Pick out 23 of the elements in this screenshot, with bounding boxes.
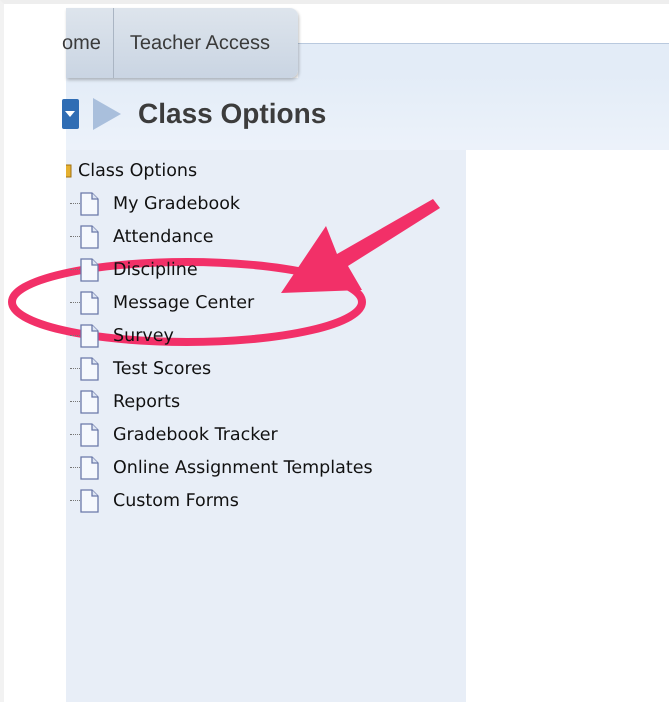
tree-item[interactable]: My Gradebook bbox=[113, 194, 240, 214]
document-icon bbox=[80, 192, 99, 216]
document-icon bbox=[80, 224, 99, 248]
document-icon bbox=[80, 356, 99, 380]
page-title: Class Options bbox=[138, 98, 326, 130]
document-icon bbox=[80, 390, 99, 414]
tree-item[interactable]: Gradebook Tracker bbox=[113, 424, 278, 444]
document-icon bbox=[80, 422, 99, 446]
tree-item[interactable]: Online Assignment Templates bbox=[113, 458, 373, 478]
tree-item[interactable]: Test Scores bbox=[113, 358, 212, 378]
document-icon bbox=[80, 456, 99, 480]
tree-item[interactable]: Class Options bbox=[78, 160, 198, 180]
triangle-icon bbox=[92, 97, 122, 131]
dropdown-icon[interactable] bbox=[62, 98, 80, 130]
tree-item[interactable]: Custom Forms bbox=[113, 490, 239, 510]
tree-item[interactable]: Message Center bbox=[113, 292, 254, 312]
document-icon bbox=[80, 488, 99, 512]
tree-item[interactable]: Attendance bbox=[113, 226, 214, 246]
nav-tab[interactable]: Teacher Access bbox=[114, 8, 298, 78]
tree-item[interactable]: Reports bbox=[113, 392, 180, 412]
document-icon bbox=[80, 258, 99, 282]
document-icon bbox=[80, 324, 99, 348]
document-icon bbox=[80, 290, 99, 314]
